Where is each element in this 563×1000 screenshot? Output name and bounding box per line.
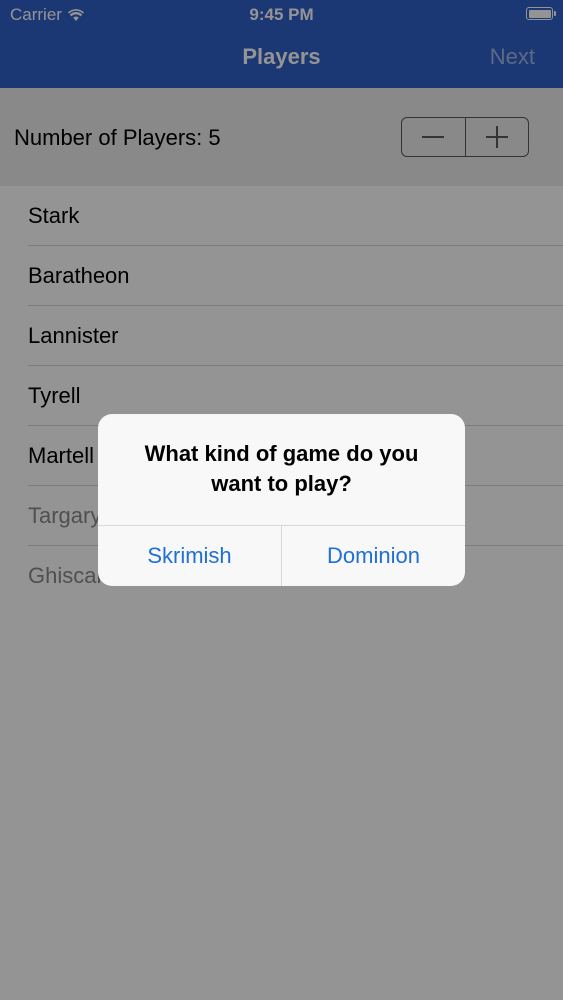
dominion-button[interactable]: Dominion [281, 526, 465, 586]
alert-title: What kind of game do you want to play? [144, 441, 419, 496]
game-type-alert: What kind of game do you want to play? S… [98, 414, 465, 586]
alert-actions: Skrimish Dominion [98, 525, 465, 586]
skirmish-button[interactable]: Skrimish [98, 526, 281, 586]
